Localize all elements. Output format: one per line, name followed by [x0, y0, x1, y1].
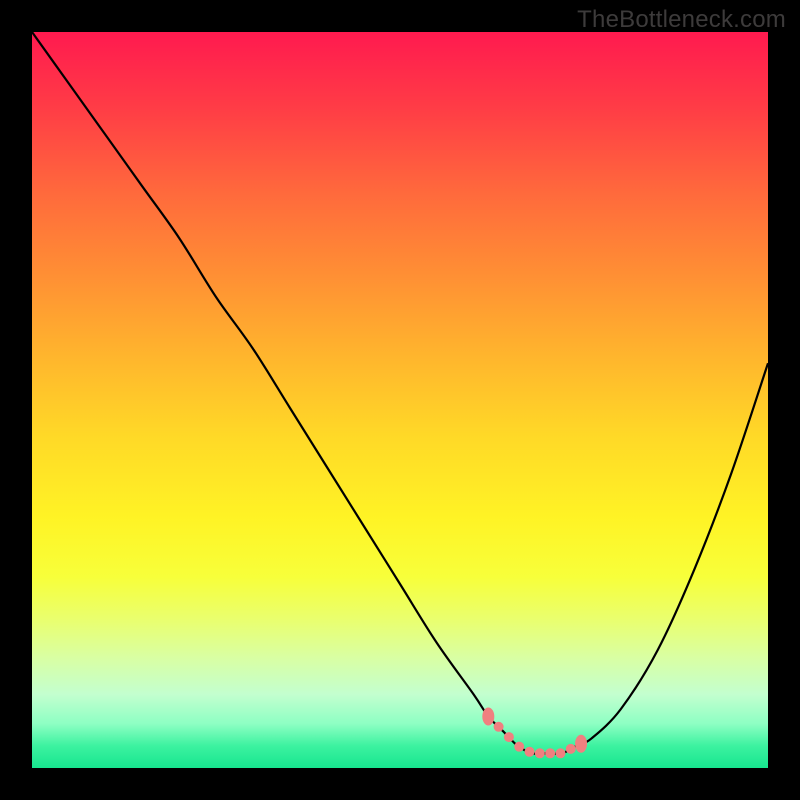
highlight-dots: [482, 707, 587, 758]
plot-area: [32, 32, 768, 768]
bottleneck-curve-path: [32, 32, 768, 754]
curve-svg: [32, 32, 768, 768]
watermark-text: TheBottleneck.com: [577, 6, 786, 34]
chart-frame: TheBottleneck.com: [0, 0, 800, 800]
